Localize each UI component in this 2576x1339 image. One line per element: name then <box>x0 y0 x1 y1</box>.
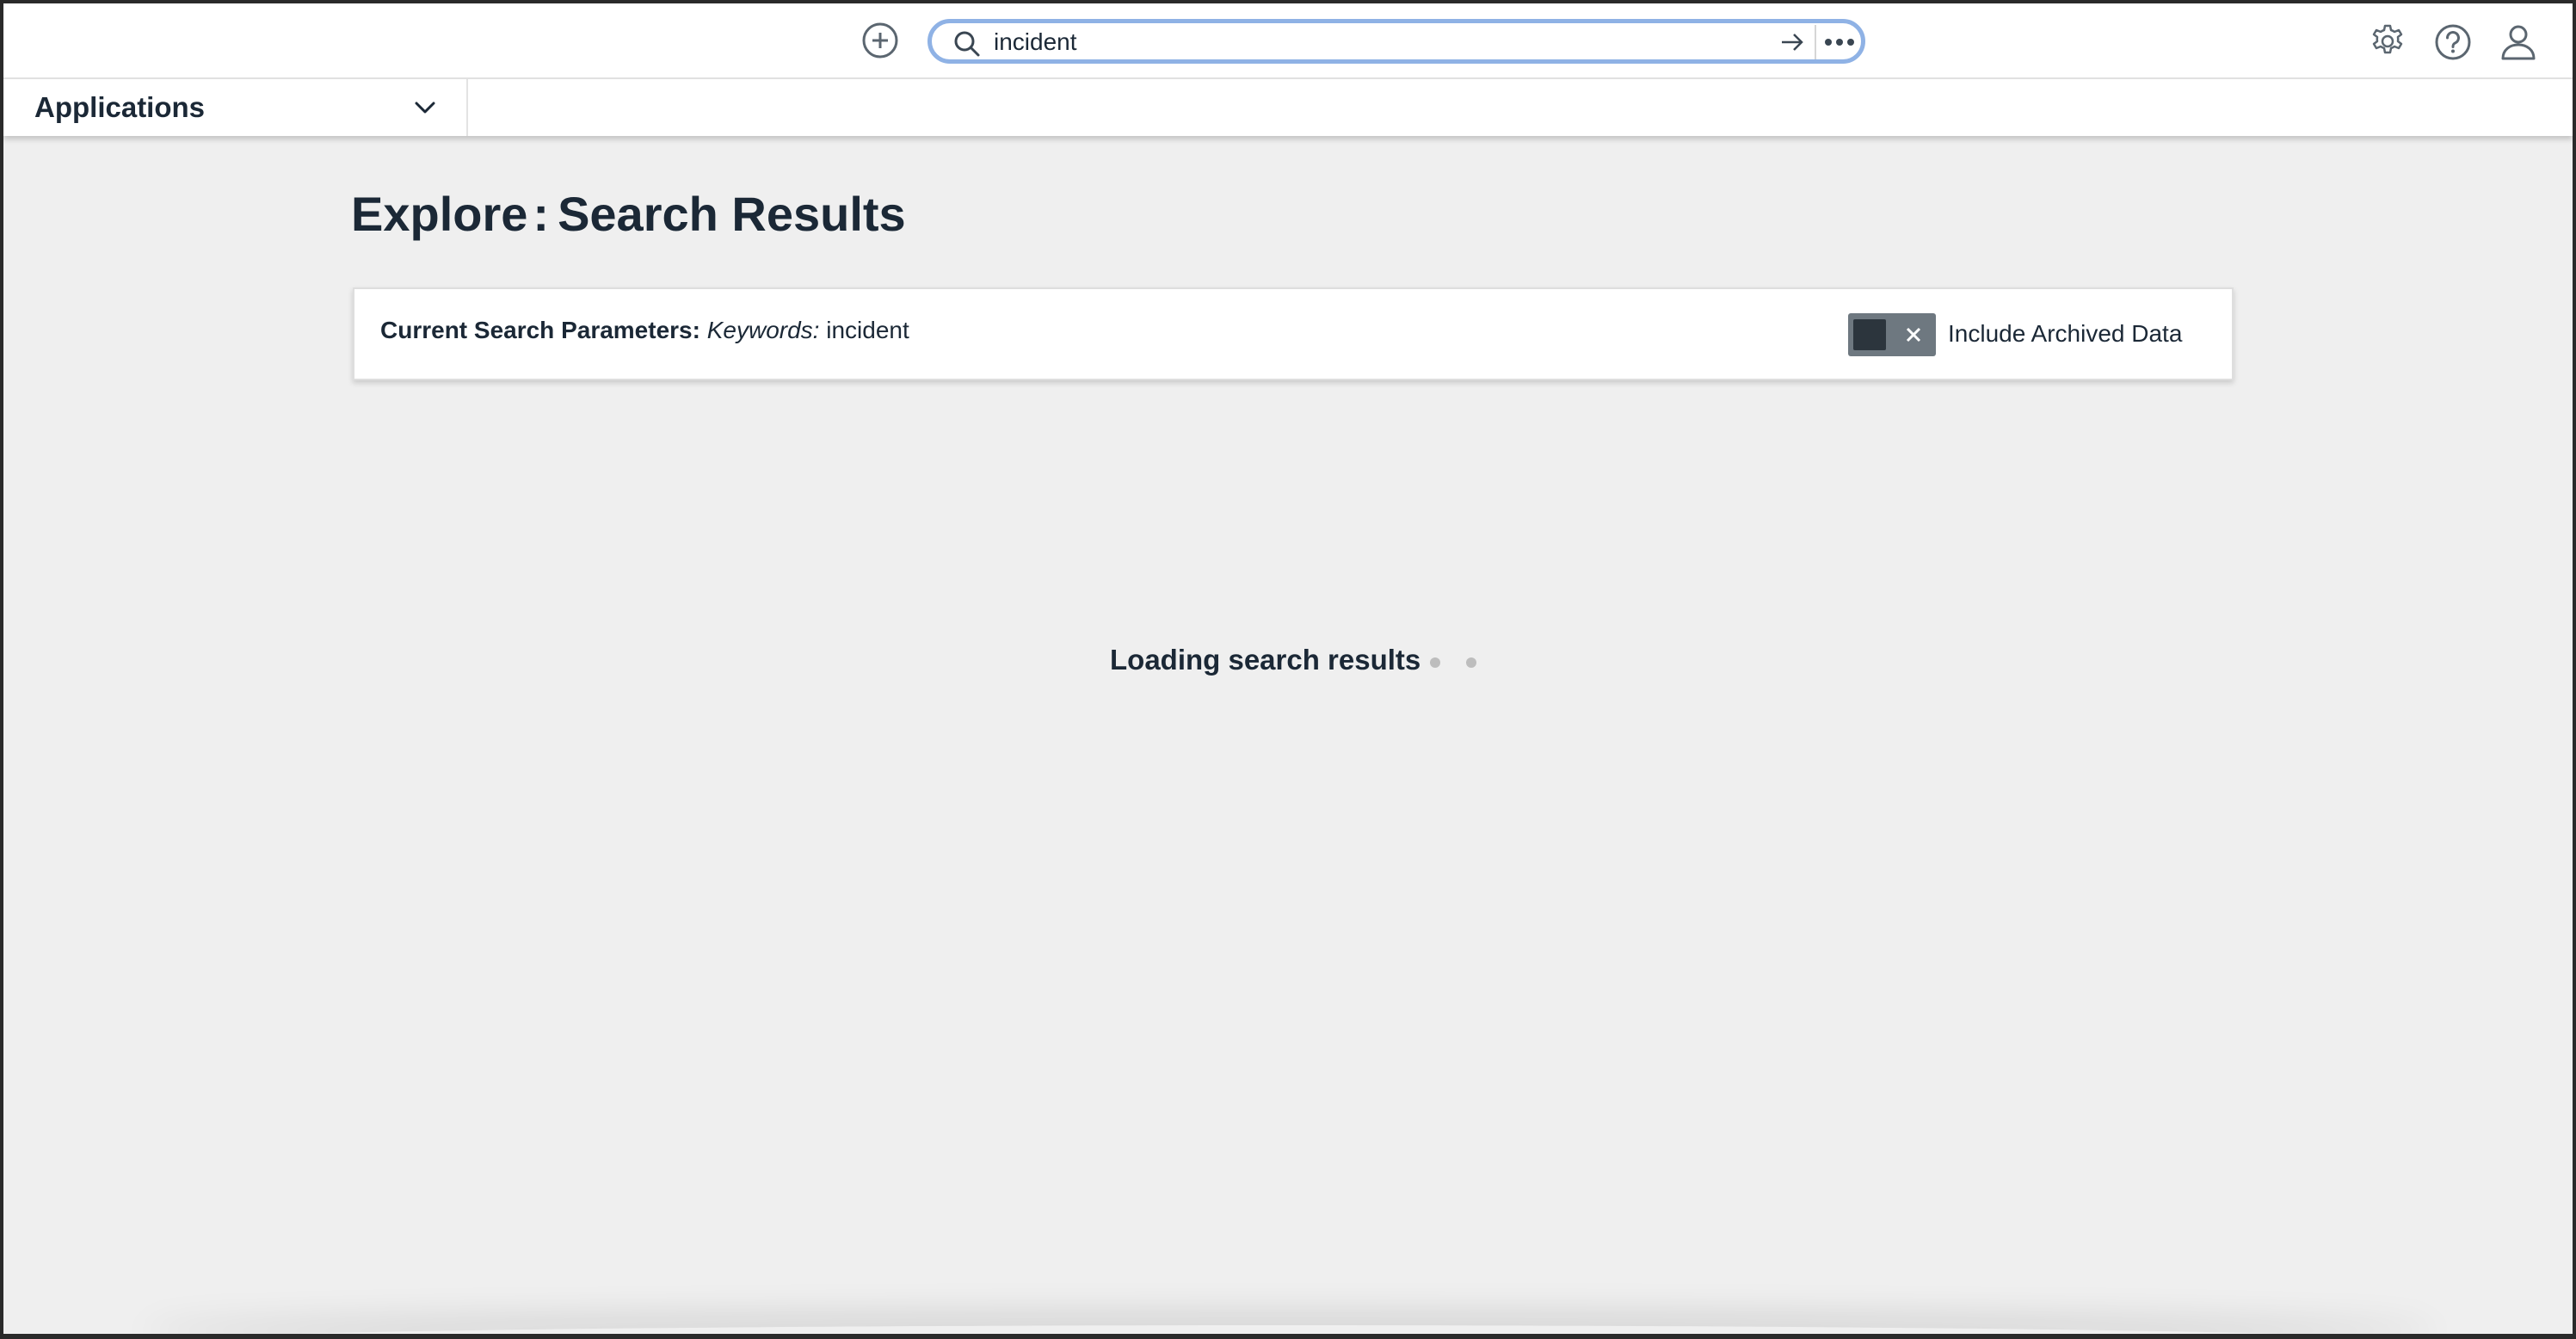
applications-bar: Applications <box>3 79 2573 136</box>
page-title: Explore: Search Results <box>351 186 906 242</box>
help-button[interactable] <box>2433 22 2473 62</box>
user-icon <box>2501 25 2536 60</box>
search-icon <box>954 31 980 57</box>
bottom-shadow <box>141 1325 2438 1334</box>
loading-dot <box>1466 657 1476 668</box>
applications-dropdown[interactable]: Applications <box>3 79 468 136</box>
search-input[interactable] <box>994 28 1734 57</box>
search-options-button[interactable] <box>1820 28 1859 56</box>
header-actions <box>2368 22 2538 62</box>
gear-icon <box>2372 24 2403 54</box>
page-title-prefix: Explore <box>351 187 528 241</box>
search-parameters-card: Current Search Parameters: Keywords: inc… <box>353 287 2234 380</box>
arrow-right-icon <box>1782 34 1803 51</box>
search-parameters-text: Current Search Parameters: Keywords: inc… <box>380 317 909 344</box>
help-circle-icon <box>2435 24 2471 60</box>
plus-circle-icon <box>862 22 898 59</box>
settings-button[interactable] <box>2368 22 2407 62</box>
parameters-label: Current Search Parameters: <box>380 317 700 343</box>
toggle-knob <box>1853 319 1886 350</box>
include-archived-label: Include Archived Data <box>1948 320 2183 347</box>
page-title-separator: : <box>533 187 550 241</box>
search-divider <box>1815 25 1816 59</box>
search-submit-button[interactable] <box>1777 28 1808 56</box>
applications-label: Applications <box>34 91 206 123</box>
keywords-value: incident <box>826 317 909 343</box>
keywords-label: Keywords: <box>706 317 820 343</box>
more-horizontal-icon <box>1825 39 1854 46</box>
user-menu-button[interactable] <box>2499 22 2538 62</box>
top-header <box>3 3 2573 79</box>
include-archived-toggle[interactable] <box>1848 313 1936 356</box>
page-title-main: Search Results <box>558 187 906 241</box>
add-button[interactable] <box>860 21 900 60</box>
loading-dot <box>1430 657 1440 668</box>
app-window: Applications Explore:Search Results Curr… <box>0 0 2576 1339</box>
chevron-down-icon <box>415 102 435 114</box>
global-search <box>927 19 1865 64</box>
loading-text: Loading search results <box>1110 644 1421 676</box>
close-icon <box>1906 327 1921 342</box>
